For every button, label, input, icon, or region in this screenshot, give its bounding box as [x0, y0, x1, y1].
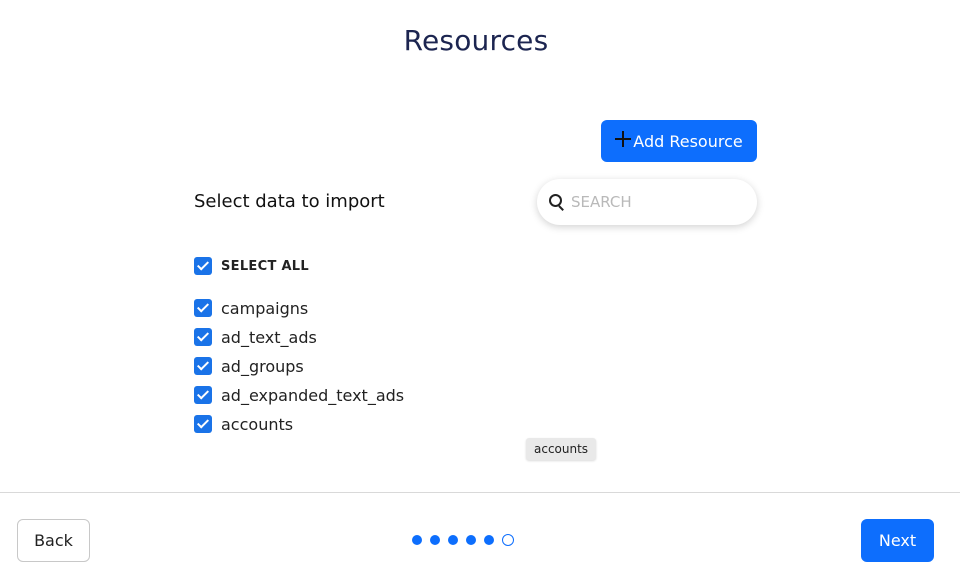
resource-label: accounts [221, 414, 294, 434]
tooltip: accounts [526, 438, 597, 460]
resource-checkbox[interactable] [194, 299, 212, 317]
search-icon [549, 194, 565, 210]
resource-item-campaigns[interactable]: campaigns [194, 298, 308, 318]
back-button[interactable]: Back [17, 519, 90, 562]
add-resource-label: Add Resource [633, 131, 743, 151]
select-all-checkbox[interactable] [194, 257, 212, 275]
select-data-label: Select data to import [194, 191, 385, 212]
plus-icon [615, 131, 632, 147]
step-dot-completed [448, 535, 458, 545]
resource-checkbox[interactable] [194, 415, 212, 433]
next-button[interactable]: Next [861, 519, 934, 562]
select-all-label: SELECT ALL [221, 258, 309, 274]
step-indicator [412, 534, 514, 546]
resource-checkbox[interactable] [194, 357, 212, 375]
resource-label: ad_text_ads [221, 327, 317, 347]
resource-label: campaigns [221, 298, 309, 318]
step-dot-completed [430, 535, 440, 545]
resource-item-ad-expanded-text-ads[interactable]: ad_expanded_text_ads [194, 385, 404, 405]
resource-item-accounts[interactable]: accounts [194, 414, 293, 434]
search-input[interactable] [569, 192, 753, 212]
resource-checkbox[interactable] [194, 328, 212, 346]
step-dot-completed [484, 535, 494, 545]
add-resource-button[interactable]: Add Resource [601, 120, 757, 162]
select-all-row[interactable]: SELECT ALL [194, 256, 309, 276]
resource-checkbox[interactable] [194, 386, 212, 404]
search-box[interactable] [537, 179, 757, 225]
step-dot-completed [412, 535, 422, 545]
step-dot-completed [466, 535, 476, 545]
resources-page: Resources Add Resource Select data to im… [0, 0, 960, 578]
resource-label: ad_groups [221, 356, 304, 376]
step-dot-current [502, 534, 514, 546]
resource-item-ad-text-ads[interactable]: ad_text_ads [194, 327, 317, 347]
resource-item-ad-groups[interactable]: ad_groups [194, 356, 304, 376]
footer-divider [0, 492, 960, 493]
resource-label: ad_expanded_text_ads [221, 385, 405, 405]
page-title: Resources [403, 24, 549, 57]
